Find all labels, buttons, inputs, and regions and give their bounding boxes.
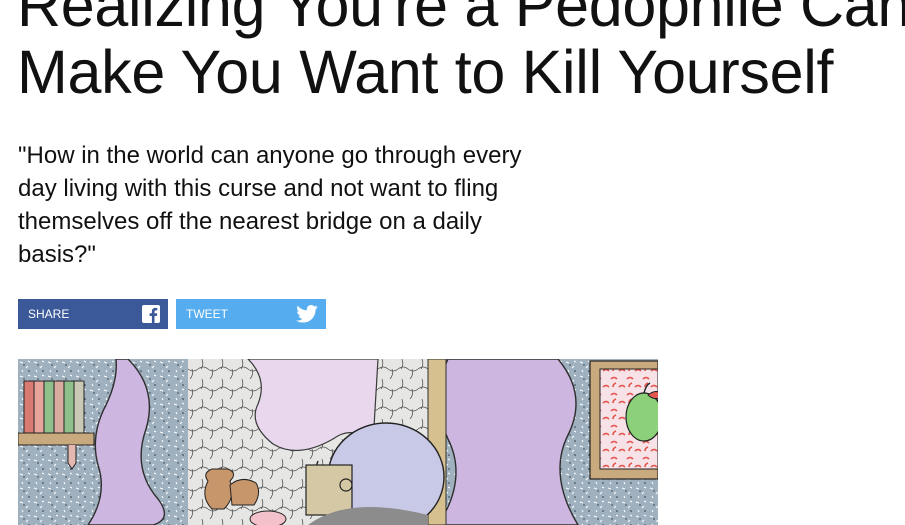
facebook-share-label: SHARE: [28, 307, 70, 321]
twitter-tweet-label: TWEET: [186, 307, 228, 321]
facebook-share-button[interactable]: SHARE: [18, 299, 168, 329]
dek-line-2: day living with this curse and not want …: [18, 175, 499, 202]
headline-line-1: Realizing You're a Pedophile Can: [17, 0, 905, 39]
dek-line-3: themselves off the nearest bridge on a d…: [18, 208, 482, 235]
article-dek: "How in the world can anyone go through …: [18, 139, 638, 271]
share-bar: SHARE TWEET: [18, 299, 326, 329]
twitter-tweet-button[interactable]: TWEET: [176, 299, 326, 329]
article-illustration: [18, 359, 658, 525]
dek-line-1: "How in the world can anyone go through …: [18, 142, 522, 169]
facebook-icon: [142, 305, 160, 323]
dek-line-4: basis?": [18, 241, 96, 268]
illustration-artwork: [18, 359, 658, 525]
headline-line-2: Make You Want to Kill Yourself: [17, 38, 834, 106]
article-headline: Realizing You're a Pedophile Can Make Yo…: [17, 0, 905, 106]
twitter-bird-icon: [296, 305, 318, 323]
